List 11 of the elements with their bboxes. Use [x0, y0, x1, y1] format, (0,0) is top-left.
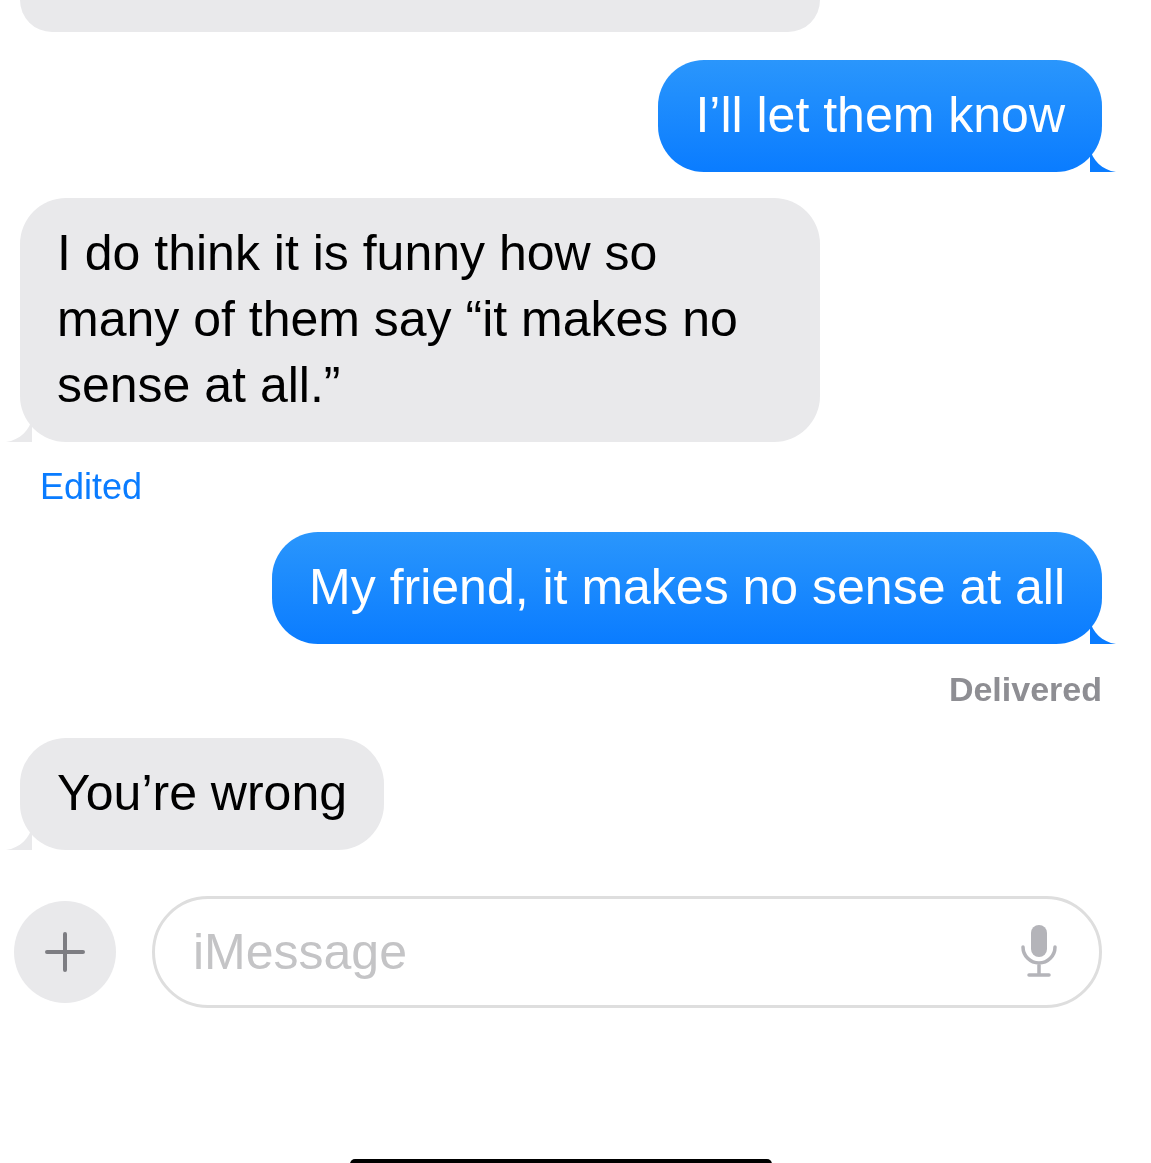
message-bubble: I do think it is funny how so many of them say “it makes no sense at all.”	[20, 198, 820, 442]
message-field[interactable]: iMessage	[152, 896, 1102, 1008]
plus-icon	[45, 932, 85, 972]
edited-link[interactable]: Edited	[40, 464, 143, 510]
bubble-tail	[1090, 148, 1116, 172]
bubble-tail	[1090, 620, 1116, 644]
message-bubble: I’ll let them know	[658, 60, 1102, 172]
message-bubble: You’re wrong	[20, 738, 384, 850]
microphone-icon[interactable]	[1020, 925, 1058, 979]
delivery-status: Delivered	[948, 669, 1102, 710]
message-bubble: My friend, it makes no sense at all	[272, 532, 1102, 644]
